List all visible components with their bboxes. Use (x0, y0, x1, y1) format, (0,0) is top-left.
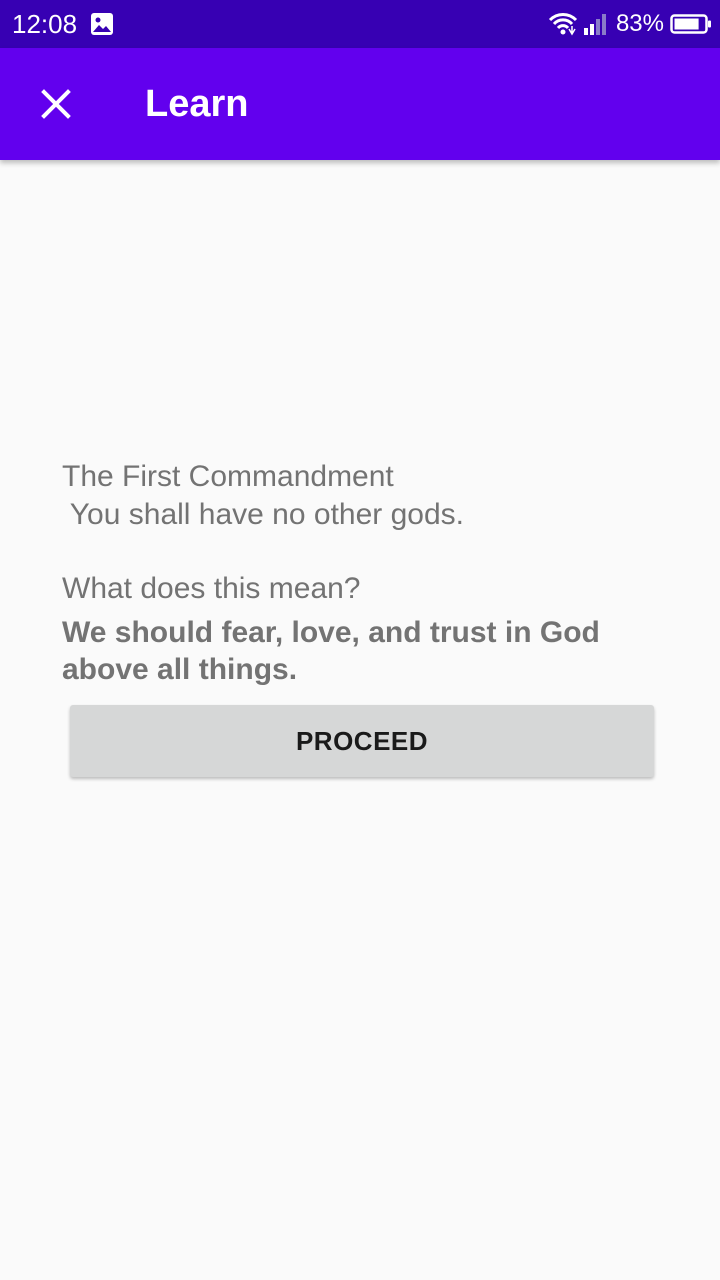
gallery-icon (91, 13, 113, 35)
app-bar: Learn (0, 48, 720, 160)
close-icon (41, 89, 71, 119)
commandment-title: The First Commandment (62, 460, 394, 493)
screen: 12:08 83% Learn The First Commandment Yo… (0, 0, 720, 1280)
status-bar: 12:08 83% (0, 0, 720, 48)
status-time: 12:08 (12, 9, 78, 39)
signal-icon (583, 14, 606, 35)
battery-icon (670, 14, 711, 34)
status-right-group: 83% (548, 0, 712, 48)
lesson-content: The First Commandment You shall have no … (62, 458, 662, 688)
wifi-icon (548, 13, 578, 36)
commandment-text: You shall have no other gods. (62, 498, 464, 531)
meaning-answer: We should fear, love, and trust in God a… (62, 616, 600, 686)
close-button[interactable] (24, 72, 88, 136)
battery-percent: 83% (615, 10, 664, 37)
meaning-question: What does this mean? (62, 572, 361, 605)
app-bar-title: Learn (145, 83, 249, 125)
proceed-button[interactable]: PROCEED (70, 705, 654, 777)
